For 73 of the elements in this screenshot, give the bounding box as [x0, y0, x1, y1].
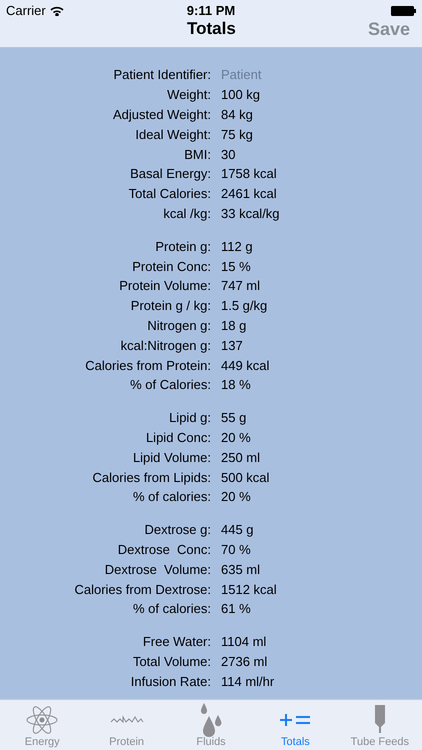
field-value: 20 % — [221, 489, 252, 504]
field-label: Dextrose Volume: — [104, 562, 211, 577]
field-label: Calories from Dextrose: — [73, 582, 211, 597]
field-label: Protein g: — [154, 238, 211, 254]
wifi-icon — [50, 6, 64, 16]
field-label: kcal:Nitrogen g: — [120, 338, 211, 353]
screen-title: Totals — [187, 19, 236, 39]
tab[interactable]: Totals — [253, 700, 338, 750]
chain-icon — [110, 714, 144, 726]
field-label: Lipid Conc: — [144, 430, 211, 445]
field-value: 100 kg — [221, 87, 262, 102]
field-value: 84 kg — [221, 106, 254, 122]
tab[interactable]: Fluids — [168, 700, 254, 750]
iv-bag-icon — [374, 705, 386, 735]
field-label: Protein Conc: — [131, 258, 211, 274]
field-value: 250 ml — [221, 450, 262, 465]
field-value: 114 ml/hr — [221, 674, 276, 689]
field-value: 61 % — [221, 601, 252, 616]
field-value: 1104 ml — [221, 634, 268, 650]
field-value: 137 — [221, 338, 244, 353]
field-value: 33 kcal/kg — [221, 206, 281, 221]
field-label: Protein g / kg: — [130, 298, 211, 314]
field-label: Nitrogen g: — [146, 318, 211, 333]
plus-equals-icon — [279, 713, 312, 727]
field-label: Adjusted Weight: — [112, 106, 211, 122]
field-value: 1512 kcal — [221, 582, 278, 597]
field-value: 2736 ml — [221, 654, 268, 669]
tab[interactable]: Protein — [84, 700, 169, 750]
field-label: Total Volume: — [132, 654, 211, 669]
field-label: Calories from Protein: — [84, 358, 211, 373]
field-label: Total Calories: — [128, 186, 211, 202]
field-value: 18 g — [221, 318, 248, 333]
field-label: Dextrose g: — [144, 522, 211, 538]
field-value: 1758 kcal — [221, 166, 278, 182]
field-label: Patient Identifier: — [112, 67, 211, 82]
field-value: 747 ml — [221, 278, 262, 294]
field-value: 635 ml — [221, 562, 262, 577]
field-value: 112 g — [221, 238, 254, 254]
status-time: 9:11 PM — [186, 3, 236, 18]
field-value: 15 % — [221, 258, 252, 274]
tab[interactable]: Tube Feeds — [338, 700, 422, 750]
field-label: Dextrose Conc: — [116, 542, 211, 557]
droplets-icon — [199, 703, 224, 737]
field-value: 70 % — [221, 542, 252, 557]
patient-identifier-field[interactable]: Patient — [221, 67, 341, 82]
atom-icon — [26, 705, 58, 735]
field-value: 55 g — [221, 410, 248, 426]
field-value: 18 % — [221, 377, 252, 392]
field-value: 1.5 g/kg — [221, 298, 268, 314]
battery-icon — [390, 6, 416, 16]
field-label: % of calories: — [132, 489, 211, 504]
field-label: Ideal Weight: — [134, 126, 211, 142]
field-value: 30 — [221, 146, 236, 162]
field-label: BMI: — [183, 146, 211, 162]
field-label: Calories from Lipids: — [92, 470, 211, 485]
field-value: 449 kcal — [221, 358, 270, 373]
field-label: Lipid g: — [168, 410, 211, 426]
field-label: kcal /kg: — [162, 206, 211, 221]
field-value: 20 % — [221, 430, 252, 445]
tab[interactable]: Energy — [0, 700, 84, 750]
field-label: Infusion Rate: — [130, 674, 211, 689]
field-value: 445 g — [221, 522, 255, 538]
carrier-label: Carrier — [6, 3, 46, 18]
field-label: Free Water: — [142, 634, 211, 650]
field-value: 500 kcal — [221, 470, 270, 485]
field-label: % of Calories: — [129, 377, 211, 392]
field-label: Protein Volume: — [118, 278, 211, 294]
field-label: Lipid Volume: — [132, 450, 211, 465]
field-label: Weight: — [166, 87, 211, 102]
field-label: Basal Energy: — [129, 166, 211, 182]
field-value: 75 kg — [221, 126, 254, 142]
field-label: % of calories: — [132, 601, 211, 616]
field-value: 2461 kcal — [221, 186, 278, 202]
